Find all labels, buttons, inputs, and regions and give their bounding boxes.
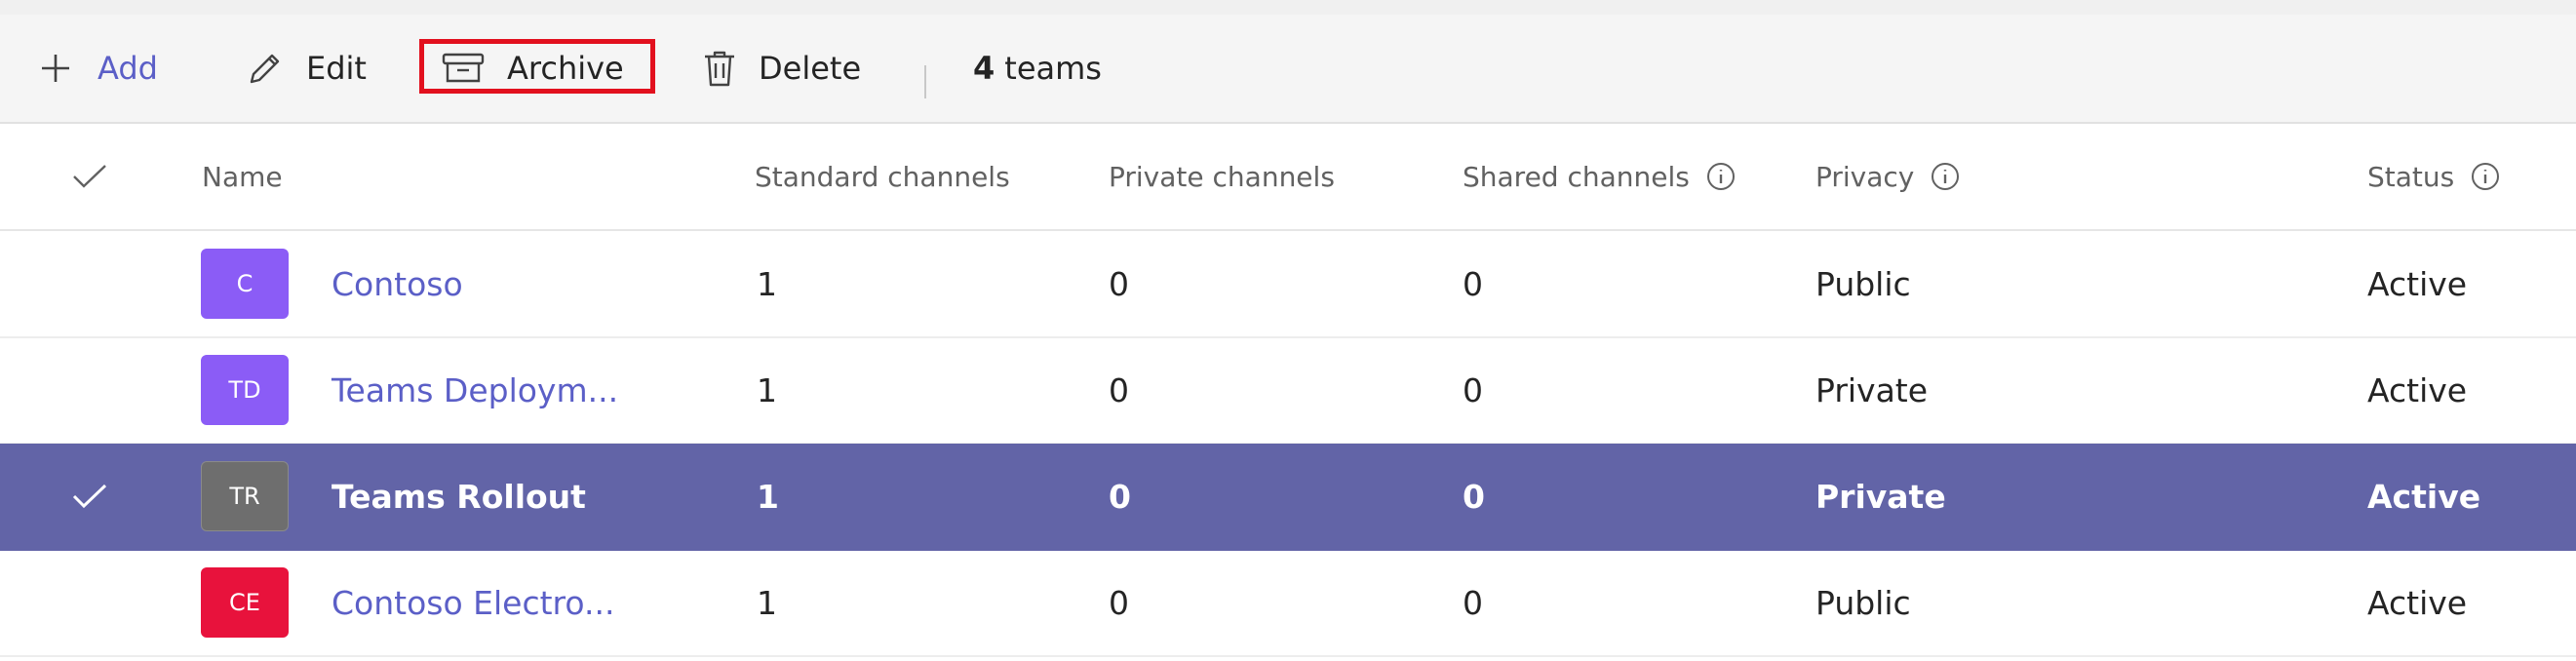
trash-icon	[705, 51, 734, 87]
checkmark-icon	[72, 484, 107, 509]
privacy-value: Public	[1815, 583, 1911, 622]
privacy-label: Privacy	[1815, 160, 1915, 193]
command-toolbar: Add Edit Archive Delete 4 teams	[0, 15, 2576, 124]
plus-icon	[42, 55, 69, 82]
standard-channels-value: 1	[757, 477, 779, 516]
column-header-private-channels[interactable]: Private channels	[1109, 124, 1335, 229]
avatar: TR	[201, 461, 289, 531]
table-row[interactable]: TR Teams Rollout 1 0 0 Private Active	[0, 444, 2576, 551]
standard-channels-value: 1	[757, 370, 777, 409]
add-button[interactable]: Add	[39, 15, 158, 122]
avatar: CE	[201, 567, 289, 638]
team-name-link[interactable]: Contoso	[332, 231, 463, 336]
delete-label: Delete	[759, 50, 862, 87]
team-count-label: teams	[1004, 50, 1102, 87]
private-channels-value: 0	[1109, 583, 1129, 622]
table-row[interactable]: CE Contoso Electro... 1 0 0 Public Activ…	[0, 550, 2576, 657]
privacy-value: Public	[1815, 264, 1911, 303]
edit-button[interactable]: Edit	[246, 15, 367, 122]
shared-channels-label: Shared channels	[1463, 160, 1690, 193]
delete-button[interactable]: Delete	[702, 15, 861, 122]
privacy-value: Private	[1815, 477, 1946, 516]
team-count: 4 teams	[973, 15, 1102, 122]
standard-channels-value: 1	[757, 264, 777, 303]
team-name-link[interactable]: Teams Rollout	[332, 444, 586, 549]
status-value: Active	[2367, 583, 2468, 622]
status-value: Active	[2367, 370, 2468, 409]
add-label: Add	[98, 50, 158, 87]
column-header-privacy[interactable]: Privacy	[1815, 124, 1961, 229]
archive-label: Archive	[507, 50, 624, 87]
column-header-standard-channels[interactable]: Standard channels	[755, 124, 1010, 229]
privacy-value: Private	[1815, 370, 1929, 409]
team-name-link[interactable]: Contoso Electro...	[332, 550, 614, 655]
archive-icon	[442, 53, 485, 83]
table-header: Name Standard channels Private channels …	[0, 124, 2576, 231]
avatar: TD	[201, 355, 289, 425]
edit-label: Edit	[306, 50, 367, 87]
status-value: Active	[2367, 477, 2481, 516]
table-row[interactable]: C Contoso 1 0 0 Public Active	[0, 231, 2576, 338]
info-icon[interactable]	[2470, 161, 2501, 192]
top-strip	[0, 0, 2576, 15]
pencil-icon	[250, 54, 280, 84]
private-channels-value: 0	[1109, 477, 1131, 516]
shared-channels-value: 0	[1463, 477, 1485, 516]
status-value: Active	[2367, 264, 2468, 303]
private-channels-value: 0	[1109, 370, 1129, 409]
toolbar-divider	[924, 65, 926, 98]
column-header-shared-channels[interactable]: Shared channels	[1463, 124, 1737, 229]
avatar: C	[201, 249, 289, 319]
checkmark-icon	[73, 165, 106, 188]
info-icon[interactable]	[1930, 161, 1961, 192]
team-count-number: 4	[973, 50, 995, 87]
standard-channels-value: 1	[757, 583, 777, 622]
team-name-link[interactable]: Teams Deploym...	[332, 337, 618, 443]
status-label: Status	[2367, 160, 2455, 193]
shared-channels-value: 0	[1463, 583, 1483, 622]
table-row[interactable]: TD Teams Deploym... 1 0 0 Private Active	[0, 337, 2576, 445]
column-header-status[interactable]: Status	[2367, 124, 2501, 229]
row-checkbox[interactable]	[70, 444, 109, 549]
select-all-checkbox[interactable]	[70, 124, 109, 229]
archive-button[interactable]: Archive	[441, 15, 624, 122]
shared-channels-value: 0	[1463, 370, 1483, 409]
private-channels-value: 0	[1109, 264, 1129, 303]
shared-channels-value: 0	[1463, 264, 1483, 303]
column-header-name[interactable]: Name	[202, 124, 283, 229]
info-icon[interactable]	[1705, 161, 1737, 192]
